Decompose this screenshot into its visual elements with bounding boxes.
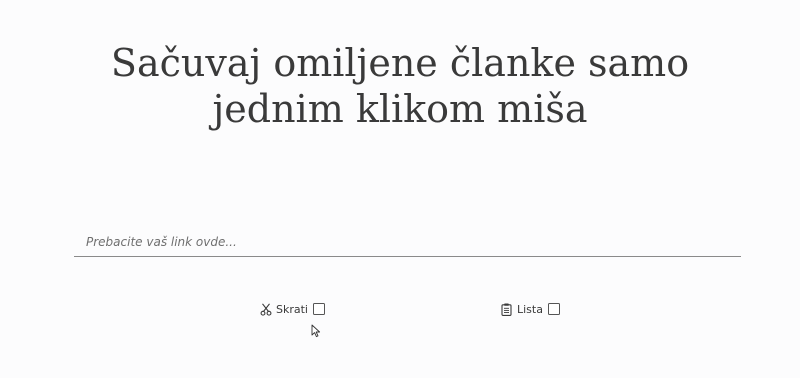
clipboard-list-icon xyxy=(500,302,513,316)
list-option: Lista xyxy=(500,301,560,317)
link-field xyxy=(74,228,741,257)
list-label: Lista xyxy=(517,302,543,316)
page: Sačuvaj omiljene članke samo jednim klik… xyxy=(0,0,800,378)
headline-line-2: jednim klikom miša xyxy=(212,87,588,131)
shorten-option: Skrati xyxy=(259,301,325,317)
shorten-label: Skrati xyxy=(276,302,308,316)
mouse-cursor-icon xyxy=(311,324,321,338)
page-headline: Sačuvaj omiljene članke samo jednim klik… xyxy=(0,40,800,132)
shorten-checkbox[interactable] xyxy=(313,303,325,315)
headline-line-1: Sačuvaj omiljene članke samo xyxy=(110,41,690,85)
list-checkbox[interactable] xyxy=(547,303,560,315)
scissors-icon xyxy=(259,302,272,316)
link-input[interactable] xyxy=(86,232,726,252)
